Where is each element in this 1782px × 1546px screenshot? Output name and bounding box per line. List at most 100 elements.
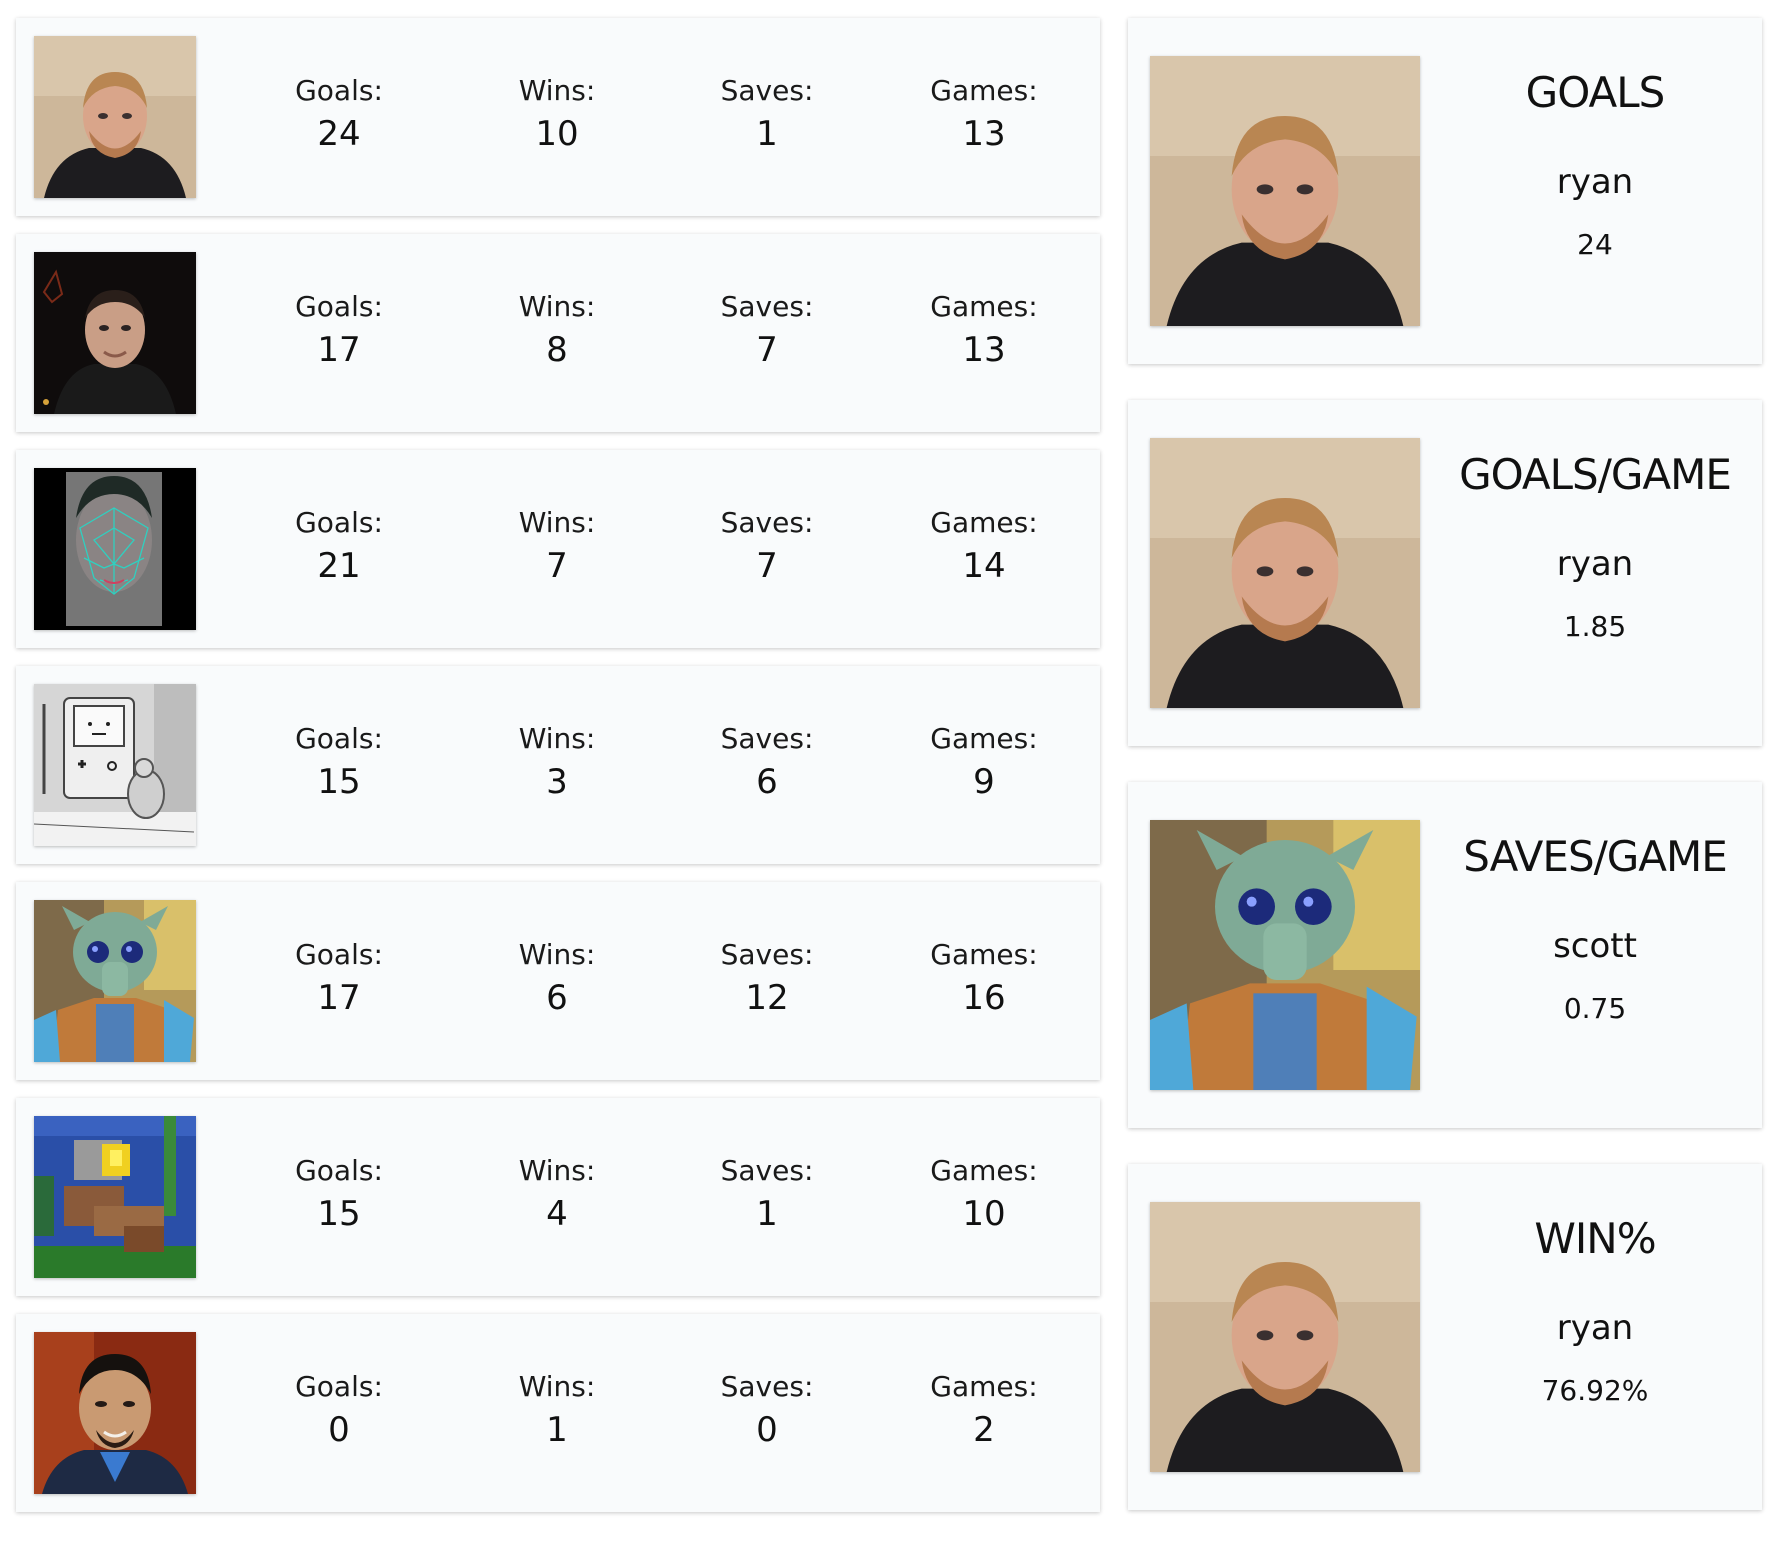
wins-stat: Wins: 4: [467, 1154, 647, 1238]
goals-label: Goals:: [295, 1154, 383, 1187]
goals-stat: Goals: 15: [249, 722, 429, 806]
ryan-photo-icon: [34, 36, 196, 198]
saves-label: Saves:: [720, 290, 814, 323]
games-value: 9: [973, 762, 995, 802]
goals-label: Goals:: [295, 74, 383, 107]
goals-label: Goals:: [295, 1370, 383, 1403]
leader-info: GOALS ryan 24: [1428, 68, 1762, 262]
games-value: 10: [962, 1194, 1006, 1234]
leader-card-goals[interactable]: GOALS ryan 24: [1128, 18, 1762, 364]
saves-value: 1: [756, 1194, 778, 1234]
leaderboard-panel: GOALS ryan 24 GOALS/GAME ryan 1.85 SAVES…: [1128, 18, 1762, 1546]
goals-value: 24: [317, 114, 361, 154]
wins-stat: Wins: 1: [467, 1370, 647, 1454]
goals-stat: Goals: 21: [249, 506, 429, 590]
saves-value: 0: [756, 1410, 778, 1450]
games-stat: Games: 10: [894, 1154, 1074, 1238]
leader-card-goals-per-game[interactable]: GOALS/GAME ryan 1.85: [1128, 400, 1762, 746]
player-card[interactable]: Goals: 21 Wins: 7 Saves: 7 Games: 14: [16, 450, 1100, 648]
wins-value: 1: [546, 1410, 568, 1450]
player-stats-list: Goals: 24 Wins: 10 Saves: 1 Games: 13 Go…: [16, 18, 1100, 1530]
wins-stat: Wins: 7: [467, 506, 647, 590]
leader-name: ryan: [1556, 162, 1634, 202]
wins-stat: Wins: 10: [467, 74, 647, 158]
player-card[interactable]: Goals: 24 Wins: 10 Saves: 1 Games: 13: [16, 18, 1100, 216]
games-label: Games:: [930, 290, 1038, 323]
leader-category: SAVES/GAME: [1463, 832, 1728, 881]
player-card[interactable]: Goals: 17 Wins: 6 Saves: 12 Games: 16: [16, 882, 1100, 1080]
games-value: 13: [962, 114, 1006, 154]
saves-label: Saves:: [720, 1154, 814, 1187]
wins-label: Wins:: [518, 74, 596, 107]
goals-label: Goals:: [295, 938, 383, 971]
saves-value: 7: [756, 546, 778, 586]
ryan-photo-icon: [1150, 438, 1420, 708]
player-card[interactable]: Goals: 0 Wins: 1 Saves: 0 Games: 2: [16, 1314, 1100, 1512]
goals-stat: Goals: 24: [249, 74, 429, 158]
saves-value: 6: [756, 762, 778, 802]
goals-value: 17: [317, 330, 361, 370]
wins-label: Wins:: [518, 506, 596, 539]
leader-info: GOALS/GAME ryan 1.85: [1428, 450, 1762, 644]
wins-label: Wins:: [518, 1370, 596, 1403]
wireframe-face-icon: [34, 468, 196, 630]
saves-label: Saves:: [720, 74, 814, 107]
goals-stat: Goals: 0: [249, 1370, 429, 1454]
saves-label: Saves:: [720, 1370, 814, 1403]
goals-label: Goals:: [295, 506, 383, 539]
saves-stat: Saves: 7: [677, 290, 857, 374]
saves-value: 7: [756, 330, 778, 370]
leader-name: ryan: [1556, 544, 1634, 584]
games-value: 2: [973, 1410, 995, 1450]
games-label: Games:: [930, 1370, 1038, 1403]
wins-label: Wins:: [518, 722, 596, 755]
games-label: Games:: [930, 938, 1038, 971]
leader-info: WIN% ryan 76.92%: [1428, 1214, 1762, 1408]
bmo-cartoon-icon: [34, 684, 196, 846]
leader-card-saves-per-game[interactable]: SAVES/GAME scott 0.75: [1128, 782, 1762, 1128]
wins-value: 10: [535, 114, 579, 154]
leader-card-win-percent[interactable]: WIN% ryan 76.92%: [1128, 1164, 1762, 1510]
saves-stat: Saves: 1: [677, 1154, 857, 1238]
leader-name: ryan: [1556, 1308, 1634, 1348]
saves-stat: Saves: 0: [677, 1370, 857, 1454]
leader-value: 1.85: [1563, 610, 1627, 643]
player-card[interactable]: Goals: 15 Wins: 3 Saves: 6 Games: 9: [16, 666, 1100, 864]
games-label: Games:: [930, 74, 1038, 107]
wins-value: 6: [546, 978, 568, 1018]
leader-info: SAVES/GAME scott 0.75: [1428, 832, 1762, 1026]
goals-value: 15: [317, 762, 361, 802]
saves-stat: Saves: 6: [677, 722, 857, 806]
games-value: 14: [962, 546, 1006, 586]
greedo-figure-icon: [34, 900, 196, 1062]
saves-label: Saves:: [720, 506, 814, 539]
games-stat: Games: 13: [894, 290, 1074, 374]
ryan-photo-icon: [1150, 56, 1420, 326]
wins-value: 7: [546, 546, 568, 586]
wins-label: Wins:: [518, 938, 596, 971]
leader-category: GOALS/GAME: [1459, 450, 1732, 499]
goals-value: 17: [317, 978, 361, 1018]
goals-value: 0: [328, 1410, 350, 1450]
wins-stat: Wins: 8: [467, 290, 647, 374]
games-label: Games:: [930, 506, 1038, 539]
goals-stat: Goals: 17: [249, 290, 429, 374]
pixel-art-icon: [34, 1116, 196, 1278]
wins-value: 4: [546, 1194, 568, 1234]
wins-label: Wins:: [518, 290, 596, 323]
player-card[interactable]: Goals: 17 Wins: 8 Saves: 7 Games: 13: [16, 234, 1100, 432]
games-label: Games:: [930, 722, 1038, 755]
games-stat: Games: 9: [894, 722, 1074, 806]
games-stat: Games: 2: [894, 1370, 1074, 1454]
goals-value: 15: [317, 1194, 361, 1234]
goals-value: 21: [317, 546, 361, 586]
games-value: 16: [962, 978, 1006, 1018]
goals-label: Goals:: [295, 290, 383, 323]
saves-label: Saves:: [720, 722, 814, 755]
leader-name: scott: [1553, 926, 1637, 966]
player-card[interactable]: Goals: 15 Wins: 4 Saves: 1 Games: 10: [16, 1098, 1100, 1296]
man-dark-photo-icon: [34, 252, 196, 414]
wins-stat: Wins: 3: [467, 722, 647, 806]
saves-stat: Saves: 12: [677, 938, 857, 1022]
wins-stat: Wins: 6: [467, 938, 647, 1022]
